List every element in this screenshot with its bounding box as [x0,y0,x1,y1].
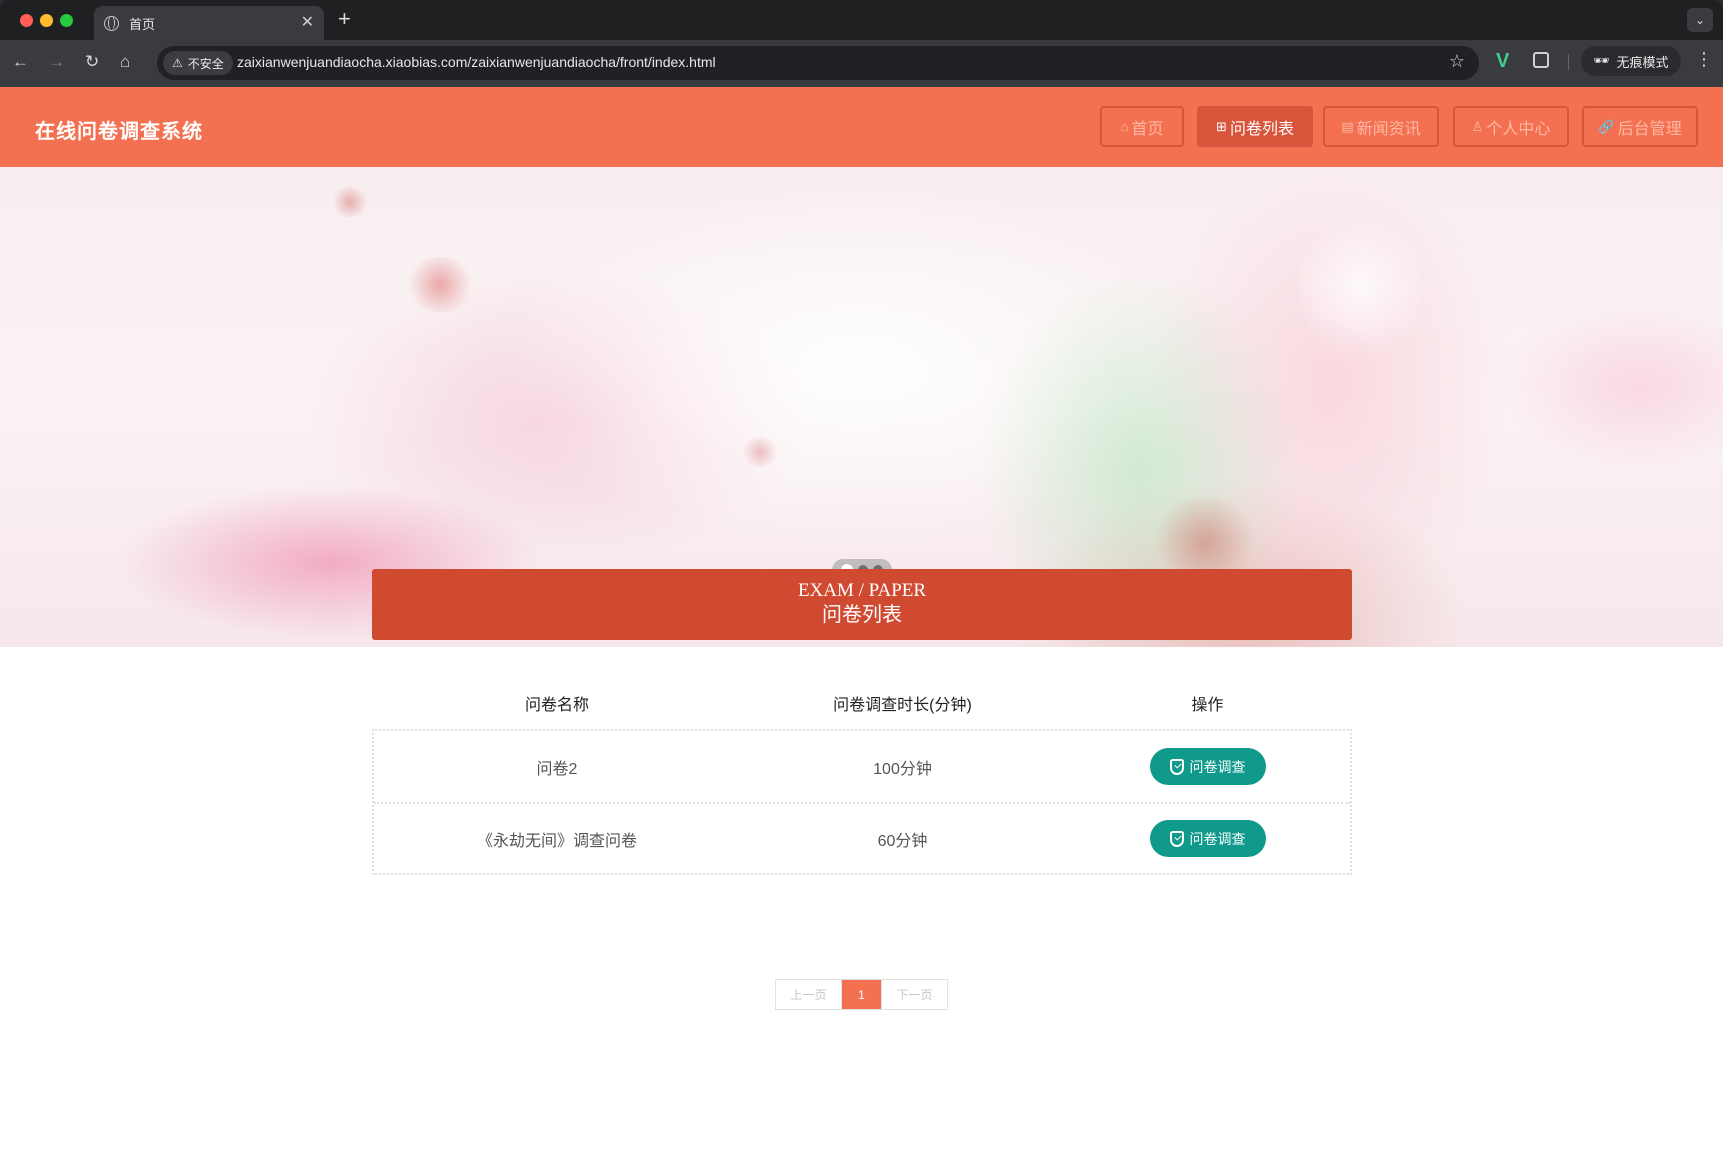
column-header-duration: 问卷调查时长(分钟) [833,697,972,714]
nav-label: 新闻资讯 [1356,120,1421,138]
browser-titlebar: 首页 ✕ + ⌄ [0,0,1723,40]
petal-decoration [740,437,780,467]
table-header: 问卷名称 问卷调查时长(分钟) 操作 [374,683,1350,723]
url-text[interactable]: zaixianwenjuandiaocha.xiaobias.com/zaixi… [237,54,716,70]
survey-name-cell: 问卷2 [536,760,578,778]
site-title: 在线问卷调查系统 [35,121,203,143]
action-cell: 问卷调查 [1065,731,1350,802]
take-survey-button[interactable]: 问卷调查 [1149,820,1266,857]
column-header-action: 操作 [1191,697,1224,714]
incognito-chip[interactable]: 🕶 无痕模式 [1581,46,1681,76]
take-survey-label: 问卷调查 [1189,830,1246,847]
pagination: 上一页 1 下一页 [775,979,948,1010]
survey-name-cell: 《永劫无间》调查问卷 [476,832,637,850]
security-chip[interactable]: ⚠ 不安全 [163,51,233,75]
maximize-window-button[interactable] [60,14,73,27]
nav-label: 个人中心 [1486,120,1551,138]
globe-icon [104,15,119,31]
page-number-button[interactable]: 1 [842,980,881,1009]
document-icon: ▤ [1341,118,1354,134]
forward-arrow-icon[interactable]: → [48,52,65,72]
minimize-window-button[interactable] [40,14,53,27]
survey-duration-cell: 100分钟 [873,760,932,778]
user-icon: ♙ [1471,118,1484,134]
tab-title: 首页 [129,16,156,32]
column-header-name: 问卷名称 [524,697,589,714]
home-icon[interactable]: ⌂ [120,52,130,72]
petal-decoration [1300,207,1420,367]
browser-tab[interactable]: 首页 ✕ [94,6,324,40]
nav-label: 后台管理 [1617,120,1682,138]
bookmark-star-icon[interactable]: ☆ [1449,51,1465,72]
prev-page-button[interactable]: 上一页 [776,980,842,1009]
vue-devtools-icon[interactable]: V [1496,50,1509,73]
shield-check-icon [1169,758,1184,775]
close-window-button[interactable] [20,14,33,27]
nav-label: 首页 [1131,120,1164,138]
table-row: 《永劫无间》调查问卷 60分钟 问卷调查 [374,802,1350,873]
take-survey-label: 问卷调查 [1189,758,1246,775]
toolbar-divider [1568,54,1569,70]
tab-close-icon[interactable]: ✕ [301,15,314,31]
link-icon: 🔗 [1598,118,1615,134]
browser-toolbar: ← → ↻ ⌂ ⚠ 不安全 zaixianwenjuandiaocha.xiao… [0,40,1723,87]
survey-duration-cell: 60分钟 [877,832,928,850]
nav-news[interactable]: ▤ 新闻资讯 [1323,106,1439,147]
warning-icon: ⚠ [172,56,183,70]
back-arrow-icon[interactable]: ← [12,52,29,72]
petal-decoration [330,187,370,217]
nav-admin[interactable]: 🔗 后台管理 [1582,106,1698,147]
insecure-label: 不安全 [187,56,224,71]
incognito-label: 无痕模式 [1616,54,1669,70]
section-title-en: EXAM / PAPER [797,580,927,601]
survey-table: 问卷2 100分钟 问卷调查 《永劫无间》调查问卷 60分钟 问卷调查 [372,729,1352,875]
action-cell: 问卷调查 [1065,804,1350,873]
home-icon: ⌂ [1120,119,1129,134]
section-header: EXAM / PAPER 问卷列表 [372,569,1352,640]
petal-decoration [405,257,475,312]
address-bar[interactable]: ⚠ 不安全 zaixianwenjuandiaocha.xiaobias.com… [157,46,1479,80]
new-tab-button[interactable]: + [338,8,351,30]
take-survey-button[interactable]: 问卷调查 [1149,748,1266,785]
nav-personal-center[interactable]: ♙ 个人中心 [1453,106,1569,147]
nav-survey-list[interactable]: ⊞ 问卷列表 [1197,106,1313,147]
extensions-puzzle-icon[interactable] [1533,52,1549,68]
next-page-button[interactable]: 下一页 [881,980,947,1009]
shield-check-icon [1169,830,1184,847]
reload-icon[interactable]: ↻ [85,52,99,72]
site-header: 在线问卷调查系统 ⌂ 首页 ⊞ 问卷列表 ▤ 新闻资讯 ♙ 个人中心 🔗 后台管… [0,87,1723,167]
section-title-cn: 问卷列表 [822,604,902,626]
gift-icon: ⊞ [1216,118,1227,134]
nav-label: 问卷列表 [1229,120,1294,138]
incognito-icon: 🕶 [1593,53,1610,68]
tab-search-chevron-icon[interactable]: ⌄ [1687,8,1713,32]
browser-menu-icon[interactable]: ⋮ [1695,50,1713,68]
table-row: 问卷2 100分钟 问卷调查 [374,731,1350,802]
web-page: 在线问卷调查系统 ⌂ 首页 ⊞ 问卷列表 ▤ 新闻资讯 ♙ 个人中心 🔗 后台管… [0,87,1723,1152]
nav-home[interactable]: ⌂ 首页 [1100,106,1184,147]
